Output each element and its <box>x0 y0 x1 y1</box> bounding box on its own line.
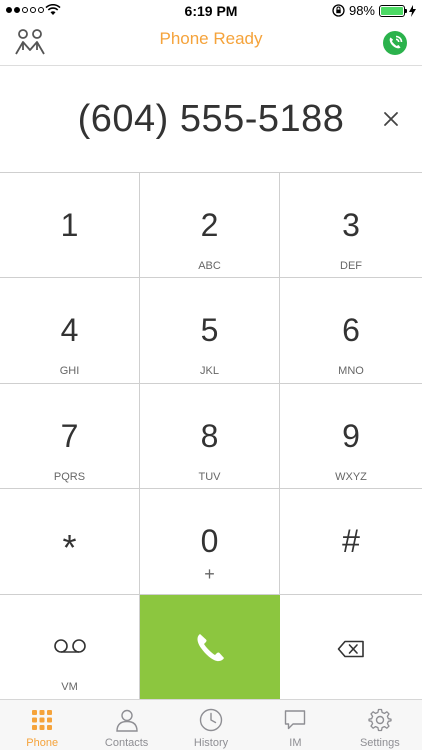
gear-icon <box>368 708 392 732</box>
call-button[interactable] <box>140 594 280 700</box>
contact-icon <box>115 709 138 732</box>
key-5[interactable]: 5 JKL <box>140 278 280 384</box>
dialed-number: (604) 555-5188 <box>77 98 345 140</box>
key-6[interactable]: 6 MNO <box>280 278 422 384</box>
battery-icon <box>379 4 407 17</box>
voicemail-button[interactable]: VM <box>0 594 140 700</box>
key-2[interactable]: 2 ABC <box>140 173 280 279</box>
tab-bar: Phone Contacts History IM Settings <box>0 699 422 750</box>
clock-icon <box>199 708 223 732</box>
voicemail-icon <box>53 638 86 653</box>
keypad-icon <box>32 710 53 730</box>
phone-icon <box>197 633 224 661</box>
key-3[interactable]: 3 DEF <box>280 173 422 279</box>
key-1[interactable]: 1 <box>0 173 140 279</box>
key-0[interactable]: 0 + <box>140 489 280 595</box>
tab-im[interactable]: IM <box>253 700 337 750</box>
key-8[interactable]: 8 TUV <box>140 383 280 490</box>
tab-phone[interactable]: Phone <box>0 700 84 750</box>
voicemail-label: VM <box>61 680 78 693</box>
dial-keypad: 1 2 ABC 3 DEF 4 GHI 5 JKL 6 MNO 7 PQRS 8… <box>0 172 422 700</box>
status-bar: 6:19 PM 98% <box>0 0 422 22</box>
key-hash[interactable]: # <box>280 489 422 595</box>
tab-contacts[interactable]: Contacts <box>84 700 168 750</box>
tab-settings[interactable]: Settings <box>338 700 422 750</box>
backspace-icon <box>337 640 364 657</box>
key-7[interactable]: 7 PQRS <box>0 383 140 490</box>
number-display: (604) 555-5188 <box>0 66 422 172</box>
key-star[interactable]: * <box>0 489 140 595</box>
key-4[interactable]: 4 GHI <box>0 278 140 384</box>
backspace-button[interactable] <box>280 594 422 700</box>
charging-icon <box>409 4 416 17</box>
chat-bubble-icon <box>285 710 306 730</box>
orientation-lock-icon <box>332 4 345 17</box>
tab-history[interactable]: History <box>169 700 253 750</box>
phone-status-icon[interactable] <box>382 30 408 56</box>
page-title: Phone Ready <box>159 29 263 48</box>
key-9[interactable]: 9 WXYZ <box>280 383 422 490</box>
navigation-bar: Phone Ready <box>0 22 422 66</box>
battery-percent: 98% <box>348 3 375 18</box>
clear-number-icon[interactable] <box>380 108 402 130</box>
